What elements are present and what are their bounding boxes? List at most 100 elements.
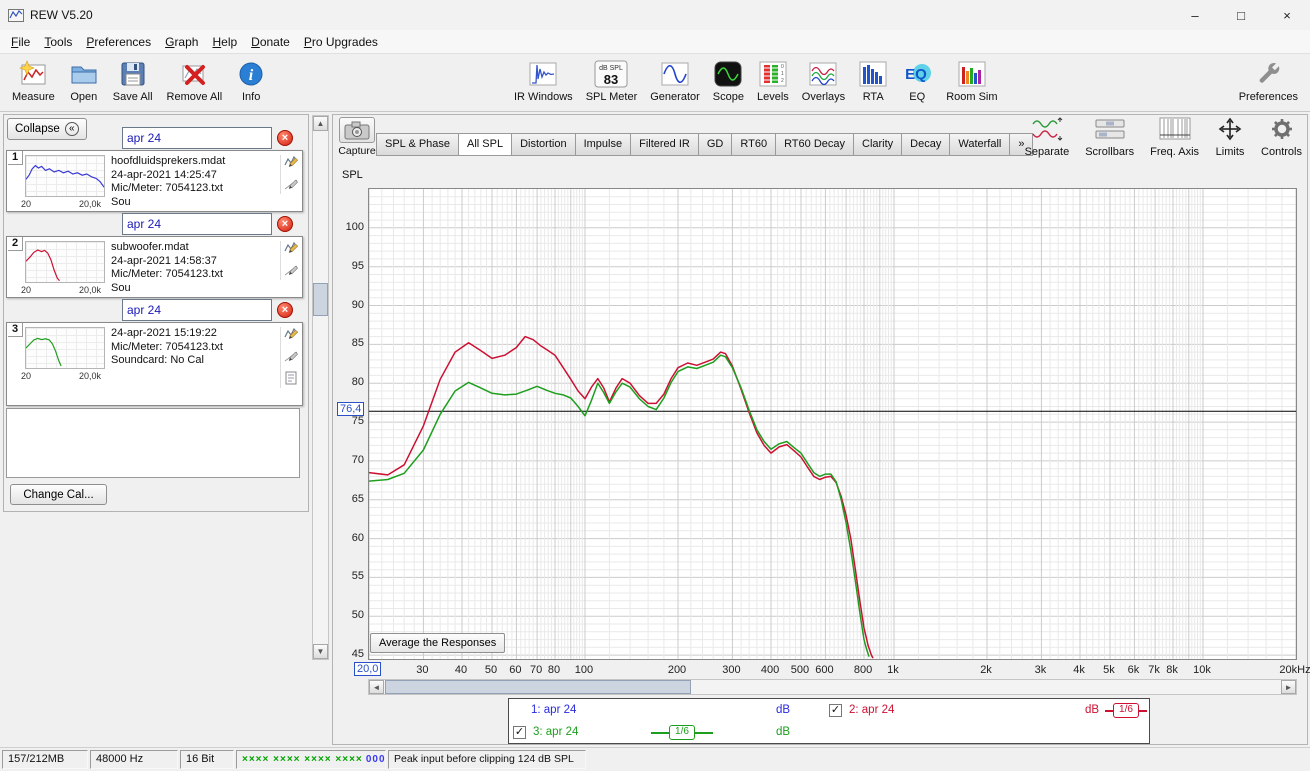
delete-measurement-1-button[interactable]: × <box>277 130 293 146</box>
measure-button[interactable]: Measure <box>10 57 57 104</box>
controls-label: Controls <box>1261 146 1302 158</box>
change-cal-button[interactable]: Change Cal... <box>10 484 107 505</box>
levels-label: Levels <box>756 91 789 103</box>
measurement-card-1[interactable]: 1 20 20,0k hoofdluidsprekers.mdat 24-apr… <box>6 150 303 212</box>
rta-label: RTA <box>862 91 884 103</box>
limits-button[interactable]: Limits <box>1215 116 1245 158</box>
legend-3-label[interactable]: 3: apr 24 <box>533 726 578 738</box>
average-responses-button[interactable]: Average the Responses <box>370 633 506 653</box>
freq-axis-button[interactable]: Freq. Axis <box>1150 116 1199 158</box>
preferences-button[interactable]: Preferences <box>1237 57 1300 104</box>
overlays-button[interactable]: Overlays <box>800 57 847 104</box>
notes-icon[interactable] <box>284 371 299 388</box>
edit-graph-icon[interactable] <box>284 327 299 344</box>
tab-impulse[interactable]: Impulse <box>575 133 632 156</box>
delete-measurement-2-button[interactable]: × <box>277 216 293 232</box>
menu-graph[interactable]: Graph <box>158 32 205 52</box>
measurement-soundcard: Sou <box>111 195 131 208</box>
scrollbars-label: Scrollbars <box>1085 146 1135 158</box>
scroll-down-icon[interactable]: ▼ <box>313 644 328 659</box>
collapse-button[interactable]: Collapse « <box>7 118 87 140</box>
tab-gd[interactable]: GD <box>698 133 733 156</box>
trim-pencil-icon[interactable] <box>284 349 299 366</box>
delete-measurement-3-button[interactable]: × <box>277 302 293 318</box>
room-sim-button[interactable]: Room Sim <box>944 57 999 104</box>
tab-waterfall[interactable]: Waterfall <box>950 133 1011 156</box>
freq-axis-label: Freq. Axis <box>1150 146 1200 158</box>
menu-file[interactable]: File <box>4 32 37 52</box>
graph-h-scrollbar[interactable]: ◄ ► <box>368 679 1297 695</box>
measurement-date: 24-apr-2021 14:58:37 <box>111 254 217 267</box>
measurement-2-name-input[interactable] <box>122 213 272 235</box>
scroll-right-icon[interactable]: ► <box>1281 680 1296 694</box>
tab-clarity[interactable]: Clarity <box>854 133 903 156</box>
legend-2-smoothing-control[interactable]: 1/6 <box>1105 703 1147 718</box>
collapse-label: Collapse <box>15 123 60 135</box>
save-all-button[interactable]: Save All <box>111 57 155 104</box>
edit-graph-icon[interactable] <box>284 241 299 258</box>
edit-graph-icon[interactable] <box>284 155 299 172</box>
rta-button[interactable]: RTA <box>856 57 890 104</box>
open-label: Open <box>70 91 98 103</box>
camera-icon <box>339 117 375 143</box>
measurement-card-3[interactable]: 3 20 20,0k 24-apr-2021 15:19:22 Mic/Mete… <box>6 322 303 406</box>
scroll-left-icon[interactable]: ◄ <box>369 680 384 694</box>
info-button[interactable]: i Info <box>234 57 268 104</box>
close-button[interactable]: × <box>1264 0 1310 30</box>
scroll-up-icon[interactable]: ▲ <box>313 116 328 131</box>
legend-2-checkbox[interactable] <box>829 704 842 717</box>
scope-button[interactable]: Scope <box>711 57 746 104</box>
measurement-card-2[interactable]: 2 20 20,0k subwoofer.mdat 24-apr-2021 14… <box>6 236 303 298</box>
measurement-1-name-input[interactable] <box>122 127 272 149</box>
graph-tabs: SPL & Phase All SPL Distortion Impulse F… <box>376 133 1034 156</box>
ir-windows-button[interactable]: IR Windows <box>512 57 575 104</box>
y-tick-label: 80 <box>351 376 364 389</box>
menu-donate[interactable]: Donate <box>244 32 297 52</box>
legend-2-label[interactable]: 2: apr 24 <box>849 704 894 716</box>
capture-button[interactable]: Capture <box>336 117 378 157</box>
tab-spl-phase[interactable]: SPL & Phase <box>376 133 460 156</box>
x-tick-label: 800 <box>853 664 873 676</box>
h-scrollbar-thumb[interactable] <box>385 680 691 694</box>
tab-rt60-decay[interactable]: RT60 Decay <box>776 133 854 156</box>
legend-1-label[interactable]: 1: apr 24 <box>531 704 576 716</box>
scrollbar-thumb[interactable] <box>313 283 328 316</box>
eq-button[interactable]: EQ EQ <box>899 57 935 104</box>
trim-pencil-icon[interactable] <box>284 177 299 194</box>
tab-decay[interactable]: Decay <box>902 133 951 156</box>
ir-windows-label: IR Windows <box>514 91 573 103</box>
legend-3-smoothing-control[interactable]: 1/6 <box>651 725 713 740</box>
menu-preferences[interactable]: Preferences <box>79 32 158 52</box>
spl-meter-button[interactable]: dB SPL 83 SPL Meter <box>584 57 640 104</box>
smoothing-value[interactable]: 1/6 <box>1113 703 1139 718</box>
trim-pencil-icon[interactable] <box>284 263 299 280</box>
x-tick-label: 6k <box>1127 664 1140 676</box>
measurement-3-name-input[interactable] <box>122 299 272 321</box>
x-tick-label: 70 <box>529 664 543 676</box>
tab-filtered-ir[interactable]: Filtered IR <box>631 133 699 156</box>
notes-area[interactable] <box>6 408 300 478</box>
maximize-button[interactable]: □ <box>1218 0 1264 30</box>
levels-button[interactable]: 012 Levels <box>755 57 791 104</box>
x-tick-label: 10k <box>1193 664 1211 676</box>
y-tick-label: 55 <box>351 570 364 583</box>
menu-tools[interactable]: Tools <box>37 32 79 52</box>
sidebar-scrollbar[interactable]: ▲ ▼ <box>312 115 329 660</box>
tab-distortion[interactable]: Distortion <box>512 133 576 156</box>
tab-rt60[interactable]: RT60 <box>732 133 777 156</box>
measurement-thumbnail <box>25 164 105 188</box>
scrollbars-button[interactable]: Scrollbars <box>1085 116 1134 158</box>
open-button[interactable]: Open <box>67 57 101 104</box>
legend-panel: 1: apr 24 dB 2: apr 24 dB 1/6 3: apr 24 … <box>508 698 1150 744</box>
menu-pro-upgrades[interactable]: Pro Upgrades <box>297 32 385 52</box>
controls-button[interactable]: Controls <box>1261 116 1302 158</box>
tab-all-spl[interactable]: All SPL <box>459 133 513 156</box>
minimize-button[interactable]: – <box>1172 0 1218 30</box>
separate-button[interactable]: Separate <box>1025 116 1069 158</box>
smoothing-value[interactable]: 1/6 <box>669 725 695 740</box>
menu-help[interactable]: Help <box>205 32 244 52</box>
generator-button[interactable]: Generator <box>648 57 702 104</box>
spl-plot[interactable] <box>369 189 1296 659</box>
remove-all-button[interactable]: Remove All <box>165 57 225 104</box>
legend-3-checkbox[interactable] <box>513 726 526 739</box>
